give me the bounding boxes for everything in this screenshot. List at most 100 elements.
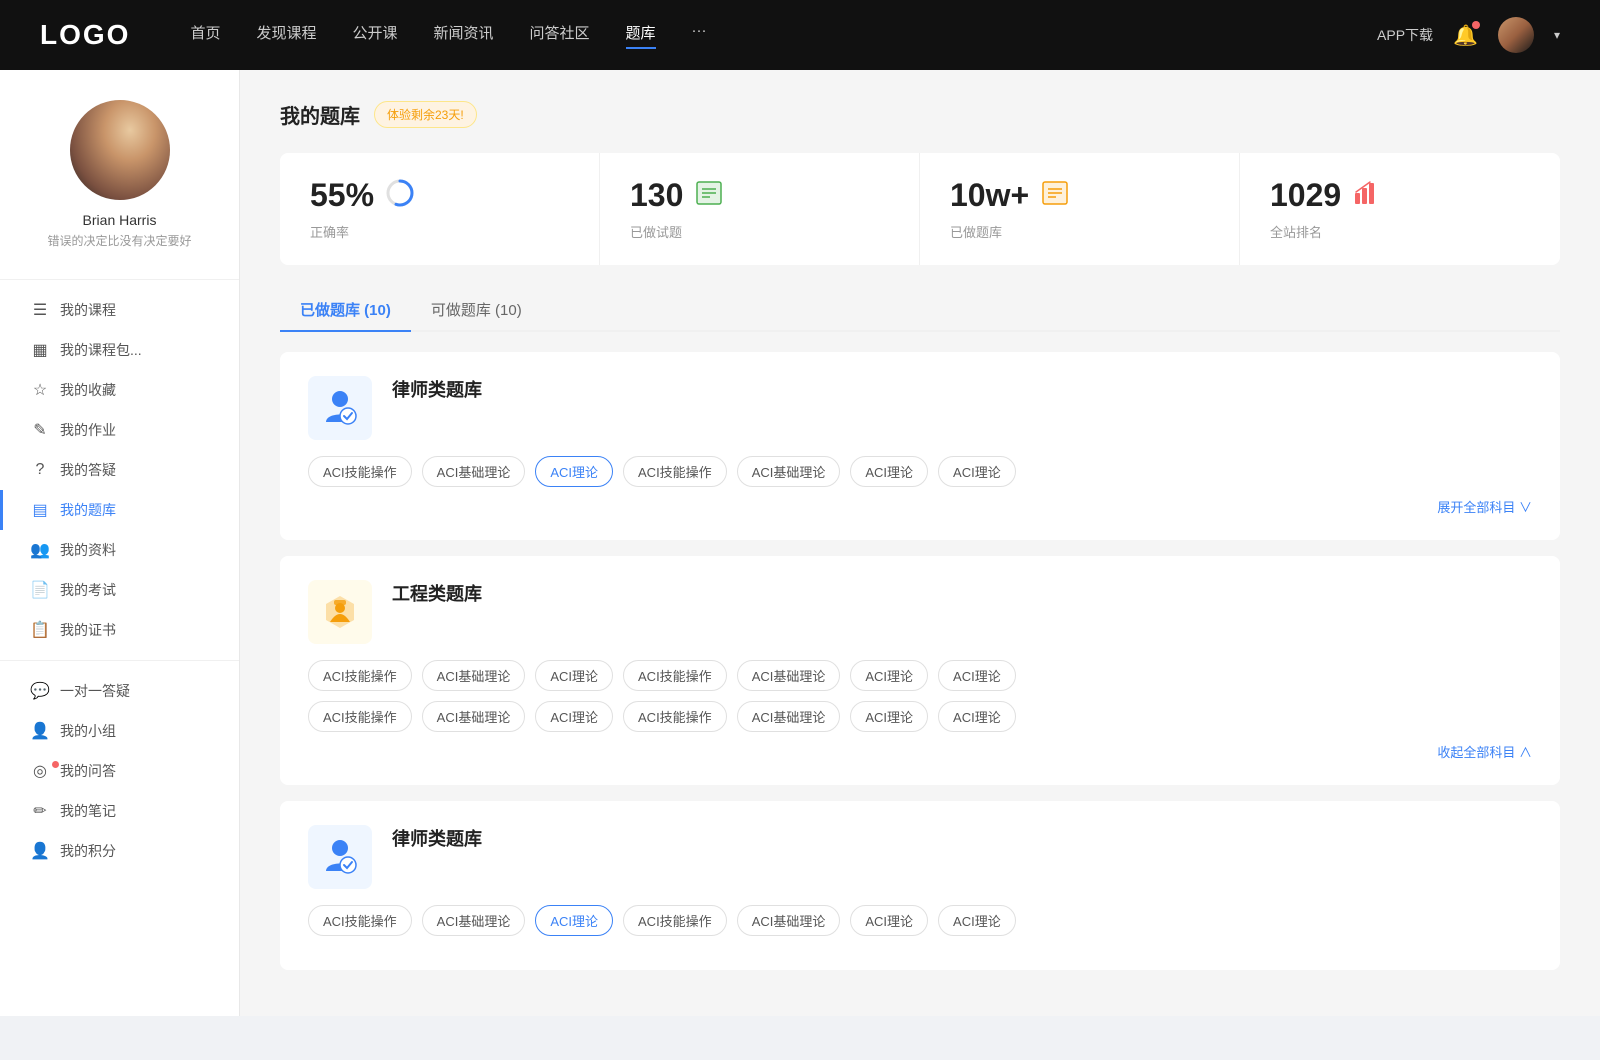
tag[interactable]: ACI理论 (535, 701, 613, 732)
sidebar-user-motto: 错误的决定比没有决定要好 (20, 232, 219, 249)
homework-icon: ✎ (30, 420, 50, 440)
tag-selected[interactable]: ACI理论 (535, 905, 613, 936)
tag[interactable]: ACI理论 (850, 905, 928, 936)
profile-icon: 👥 (30, 540, 50, 560)
nav-logo[interactable]: LOGO (40, 19, 130, 51)
tag[interactable]: ACI基础理论 (737, 905, 841, 936)
exam-icon: 📄 (30, 580, 50, 600)
tag[interactable]: ACI基础理论 (422, 456, 526, 487)
nav-bell-icon[interactable]: 🔔 (1453, 23, 1478, 48)
stat-done-questions: 130 已做试题 (600, 153, 920, 265)
sidebar-item-notes[interactable]: ✏ 我的笔记 (0, 791, 239, 831)
tag[interactable]: ACI理论 (938, 660, 1016, 691)
tag[interactable]: ACI理论 (535, 660, 613, 691)
sidebar-item-course[interactable]: ☰ 我的课程 (0, 290, 239, 330)
stat-banks-value: 10w+ (950, 177, 1029, 214)
nav-link-open[interactable]: 公开课 (352, 22, 397, 49)
stat-done-label: 已做试题 (630, 222, 889, 241)
tag[interactable]: ACI基础理论 (737, 456, 841, 487)
nav-chevron-icon[interactable]: ▾ (1554, 28, 1560, 42)
banks-icon (1041, 179, 1069, 213)
sidebar-item-label: 我的证书 (60, 620, 116, 640)
sidebar-item-label: 我的资料 (60, 540, 116, 560)
nav-link-more[interactable]: ··· (692, 22, 707, 49)
sidebar-user-name: Brian Harris (20, 212, 219, 228)
page-header: 我的题库 体验剩余23天! (280, 100, 1560, 129)
sidebar-item-label: 我的题库 (60, 500, 116, 520)
tag[interactable]: ACI技能操作 (623, 905, 727, 936)
nav-link-qa[interactable]: 问答社区 (530, 22, 590, 49)
sidebar-avatar-image (70, 100, 170, 200)
collapse-link-2[interactable]: 收起全部科目 ∧ (308, 742, 1532, 761)
tag[interactable]: ACI理论 (938, 701, 1016, 732)
tag[interactable]: ACI技能操作 (623, 660, 727, 691)
tag-selected[interactable]: ACI理论 (535, 456, 613, 487)
sidebar-item-homework[interactable]: ✎ 我的作业 (0, 410, 239, 450)
tag[interactable]: ACI理论 (850, 456, 928, 487)
tag[interactable]: ACI技能操作 (308, 660, 412, 691)
nav-link-bank[interactable]: 题库 (626, 22, 656, 49)
tag[interactable]: ACI基础理论 (737, 701, 841, 732)
tags-row-3: ACI技能操作 ACI基础理论 ACI理论 ACI技能操作 ACI基础理论 AC… (308, 905, 1532, 936)
nav-links: 首页 发现课程 公开课 新闻资讯 问答社区 题库 ··· (190, 22, 1377, 49)
stat-banks-label: 已做题库 (950, 222, 1209, 241)
sidebar-item-label: 我的课程 (60, 300, 116, 320)
done-icon (695, 179, 723, 213)
tag[interactable]: ACI理论 (938, 456, 1016, 487)
nav-avatar[interactable] (1498, 17, 1534, 53)
nav-link-discover[interactable]: 发现课程 (256, 22, 316, 49)
tag[interactable]: ACI技能操作 (623, 701, 727, 732)
sidebar-avatar (70, 100, 170, 200)
myqa-icon: ◎ (30, 761, 50, 781)
sidebar-item-qa[interactable]: ? 我的答疑 (0, 450, 239, 490)
chat-icon: 💬 (30, 681, 50, 701)
rank-icon (1353, 179, 1381, 213)
tab-available-banks[interactable]: 可做题库 (10) (411, 289, 542, 330)
stat-rank-value: 1029 (1270, 177, 1341, 214)
tag[interactable]: ACI理论 (850, 660, 928, 691)
tag[interactable]: ACI基础理论 (737, 660, 841, 691)
tag[interactable]: ACI技能操作 (623, 456, 727, 487)
stat-done-value: 130 (630, 177, 683, 214)
stat-top: 130 (630, 177, 889, 214)
group-icon: 👤 (30, 721, 50, 741)
sidebar-item-exam[interactable]: 📄 我的考试 (0, 570, 239, 610)
navbar: LOGO 首页 发现课程 公开课 新闻资讯 问答社区 题库 ··· APP下载 … (0, 0, 1600, 70)
sidebar-item-bank[interactable]: ▤ 我的题库 (0, 490, 239, 530)
nav-link-home[interactable]: 首页 (190, 22, 220, 49)
sidebar-item-coursepack[interactable]: ▦ 我的课程包... (0, 330, 239, 370)
expand-link-1[interactable]: 展开全部科目 ∨ (308, 497, 1532, 516)
tag[interactable]: ACI基础理论 (422, 660, 526, 691)
sidebar-item-label: 我的课程包... (60, 340, 142, 360)
tag[interactable]: ACI基础理论 (422, 701, 526, 732)
sidebar-item-myqa[interactable]: ◎ 我的问答 (0, 751, 239, 791)
page-title: 我的题库 (280, 100, 360, 129)
sidebar-item-cert[interactable]: 📋 我的证书 (0, 610, 239, 650)
course-icon: ☰ (30, 300, 50, 320)
sidebar-item-profile[interactable]: 👥 我的资料 (0, 530, 239, 570)
sidebar-item-points[interactable]: 👤 我的积分 (0, 831, 239, 871)
sidebar-item-1on1[interactable]: 💬 一对一答疑 (0, 671, 239, 711)
tag[interactable]: ACI技能操作 (308, 456, 412, 487)
tag[interactable]: ACI理论 (938, 905, 1016, 936)
qa-icon: ? (30, 461, 50, 479)
tag[interactable]: ACI理论 (850, 701, 928, 732)
qbank-header-1: 律师类题库 (308, 376, 1532, 440)
qbank-name-1: 律师类题库 (392, 376, 482, 402)
nav-bell-dot (1472, 21, 1480, 29)
stat-done-banks: 10w+ 已做题库 (920, 153, 1240, 265)
tab-done-banks[interactable]: 已做题库 (10) (280, 289, 411, 330)
tag[interactable]: ACI基础理论 (422, 905, 526, 936)
tag[interactable]: ACI技能操作 (308, 905, 412, 936)
tag[interactable]: ACI技能操作 (308, 701, 412, 732)
nav-app-download[interactable]: APP下载 (1377, 25, 1433, 45)
bank-icon: ▤ (30, 500, 50, 520)
nav-link-news[interactable]: 新闻资讯 (434, 22, 494, 49)
sidebar-item-favorites[interactable]: ☆ 我的收藏 (0, 370, 239, 410)
sidebar-item-group[interactable]: 👤 我的小组 (0, 711, 239, 751)
stat-top: 10w+ (950, 177, 1209, 214)
sidebar-profile: Brian Harris 错误的决定比没有决定要好 (0, 100, 239, 269)
stat-rank-label: 全站排名 (1270, 222, 1530, 241)
qbank-icon-lawyer-2 (308, 825, 372, 889)
stat-accuracy-label: 正确率 (310, 222, 569, 241)
